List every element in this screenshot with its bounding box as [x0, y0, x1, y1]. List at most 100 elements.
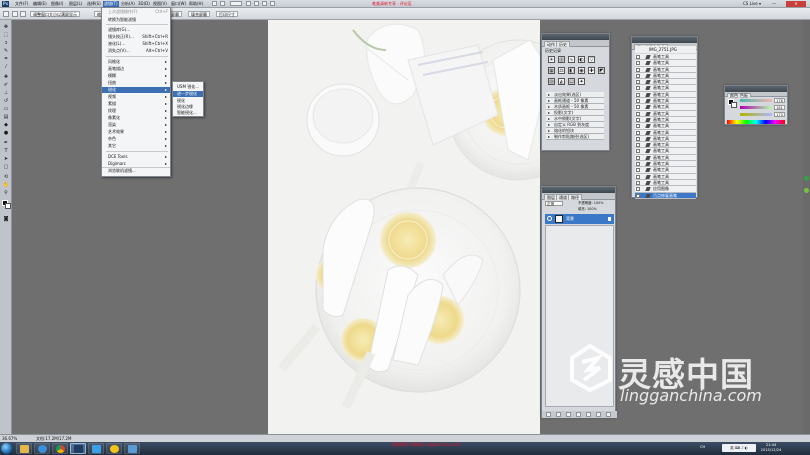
history-source-checkbox[interactable] [636, 193, 640, 198]
history-source-checkbox[interactable] [636, 174, 640, 179]
taskbar-media-icon[interactable] [34, 443, 50, 454]
history-source-checkbox[interactable] [636, 92, 640, 97]
zoom-in-icon[interactable] [12, 11, 18, 17]
cs-live-button[interactable]: CS Live ▾ [742, 1, 762, 7]
layer-style-icon[interactable] [556, 412, 561, 417]
menu-item-convert-smart[interactable]: 转换为智能滤镜 [102, 17, 170, 23]
menu-item-stylize[interactable]: 风格化 ▸ [102, 59, 170, 65]
zoom-level-dropdown[interactable] [230, 1, 242, 6]
history-source-checkbox[interactable] [636, 73, 640, 78]
history-source-checkbox[interactable] [636, 111, 640, 116]
posterize-icon[interactable]: ▨ [548, 78, 555, 85]
history-source-checkbox[interactable] [636, 99, 640, 104]
green-value[interactable]: 181 [774, 105, 785, 110]
taskbar-app-icon[interactable] [124, 443, 140, 454]
history-source-checkbox[interactable] [636, 61, 640, 66]
history-source-checkbox[interactable] [636, 105, 640, 110]
bridge-icon[interactable] [212, 1, 217, 6]
taskbar-explorer-icon[interactable] [16, 443, 32, 454]
trash-icon[interactable] [606, 412, 611, 417]
threshold-icon[interactable]: ◭ [558, 78, 565, 85]
history-source-checkbox[interactable] [636, 136, 640, 141]
menu-select[interactable]: 选择(S) [86, 1, 102, 7]
history-source-checkbox[interactable] [636, 80, 640, 85]
menu-item-artistic[interactable]: 艺术效果 ▸ [102, 129, 170, 135]
menu-item-blur[interactable]: 模糊 ▸ [102, 73, 170, 79]
menu-layer[interactable]: 图层(L) [68, 1, 83, 7]
menu-item-other[interactable]: 其它 ▸ [102, 143, 170, 149]
menu-item-last-filter[interactable]: 上次滤镜操作(F) Ctrl+F [102, 9, 170, 15]
move-tool-icon[interactable]: ✥ [2, 24, 10, 30]
invert-icon[interactable]: ◩ [598, 67, 605, 74]
photo-filter-icon[interactable]: ◉ [578, 67, 585, 74]
black-white-icon[interactable]: ◧ [568, 67, 575, 74]
eyedropper-tool-icon[interactable]: ⁄ [2, 64, 10, 70]
crop-tool-icon[interactable]: ⌗ [2, 56, 10, 62]
gradient-map-icon[interactable]: ▤ [568, 78, 575, 85]
taskbar-photoshop-icon[interactable] [70, 443, 86, 454]
exposure-icon[interactable]: ◐ [578, 56, 585, 63]
blend-mode-select[interactable]: 正常 [545, 201, 563, 206]
menu-item-liquify[interactable]: 液化(L)... Shift+Ctrl+X [102, 41, 170, 47]
selective-color-icon[interactable]: ✦ [578, 78, 585, 85]
taskbar-app-icon[interactable] [88, 443, 104, 454]
red-value[interactable]: 176 [774, 98, 785, 103]
quick-select-tool-icon[interactable]: ✎ [2, 48, 10, 54]
history-source-checkbox[interactable] [636, 117, 640, 122]
submenu-item-unsharp-mask[interactable]: USM 锐化... [173, 84, 203, 90]
hand-tool-icon[interactable] [246, 1, 251, 6]
rotate-view-icon[interactable] [254, 1, 259, 6]
history-source-checkbox[interactable] [636, 130, 640, 135]
background-swatch[interactable] [731, 102, 737, 108]
menu-item-render[interactable]: 渲染 ▸ [102, 122, 170, 128]
visibility-eye-icon[interactable] [547, 216, 552, 221]
history-source-checkbox[interactable] [636, 86, 640, 91]
menu-help[interactable]: 帮助(H) [188, 1, 204, 7]
levels-icon[interactable]: ▥ [558, 56, 565, 63]
hand-tool-icon[interactable]: ✋ [2, 182, 10, 188]
menu-item-lens-correction[interactable]: 镜头校正(R)... Shift+Ctrl+R [102, 34, 170, 40]
layer-mask-icon[interactable] [566, 412, 571, 417]
zoom-tool-icon[interactable]: ⚲ [2, 190, 10, 196]
healing-brush-tool-icon[interactable]: ✚ [2, 74, 10, 80]
menu-item-distort[interactable]: 扭曲 ▸ [102, 80, 170, 86]
new-group-icon[interactable] [586, 412, 591, 417]
history-source-checkbox[interactable] [636, 55, 640, 59]
link-layers-icon[interactable] [546, 412, 551, 417]
menu-item-dce-tools[interactable]: DCE Tools ▸ [102, 154, 170, 160]
history-row[interactable]: 污点修复画笔 [635, 192, 696, 199]
floating-ball-icon[interactable] [804, 176, 809, 181]
clock[interactable]: 21:44 2015/12/24 [758, 443, 784, 453]
history-source-checkbox[interactable] [636, 187, 640, 192]
print-size-button[interactable]: 打印尺寸 [216, 11, 238, 17]
action-row[interactable]: ▸ 制作剪贴路径(选区) [546, 134, 604, 140]
tab-paths[interactable]: 路径 [568, 194, 582, 200]
history-source-checkbox[interactable] [636, 149, 640, 154]
menu-edit[interactable]: 编辑(E) [32, 1, 48, 7]
document-canvas[interactable] [268, 20, 540, 434]
history-source-checkbox[interactable] [636, 67, 640, 72]
brightness-icon[interactable]: ☀ [548, 56, 555, 63]
quick-mask-icon[interactable]: ◙ [2, 216, 10, 222]
color-balance-icon[interactable]: ⚖ [558, 67, 565, 74]
menu-file[interactable]: 文件(F) [14, 1, 29, 7]
menu-item-video[interactable]: 视频 ▸ [102, 94, 170, 100]
menu-item-noise[interactable]: 杂色 ▸ [102, 136, 170, 142]
menu-item-brush-strokes[interactable]: 画笔描边 ▸ [102, 66, 170, 72]
blue-value[interactable]: 173 [774, 112, 785, 117]
menu-item-vanishing-point[interactable]: 消失点(V)... Alt+Ctrl+V [102, 48, 170, 54]
path-select-tool-icon[interactable]: ➤ [2, 156, 10, 162]
menu-item-sketch[interactable]: 素描 ▸ [102, 101, 170, 107]
taskbar-app-icon[interactable] [106, 443, 122, 454]
input-language[interactable]: CH [700, 445, 705, 449]
green-slider[interactable] [740, 106, 772, 109]
menu-image[interactable]: 图像(I) [50, 1, 64, 7]
marquee-tool-icon[interactable]: ⬚ [2, 32, 10, 38]
history-source-checkbox[interactable] [636, 180, 640, 185]
history-source-checkbox[interactable] [636, 143, 640, 148]
new-layer-icon[interactable] [596, 412, 601, 417]
resize-windows-checkbox[interactable]: 调整窗口大小以满屏显示 [30, 11, 80, 17]
lasso-tool-icon[interactable]: ↄ [2, 40, 10, 46]
3d-rotate-tool-icon[interactable]: ⟲ [2, 174, 10, 180]
menu-window[interactable]: 窗口(W) [170, 1, 187, 7]
